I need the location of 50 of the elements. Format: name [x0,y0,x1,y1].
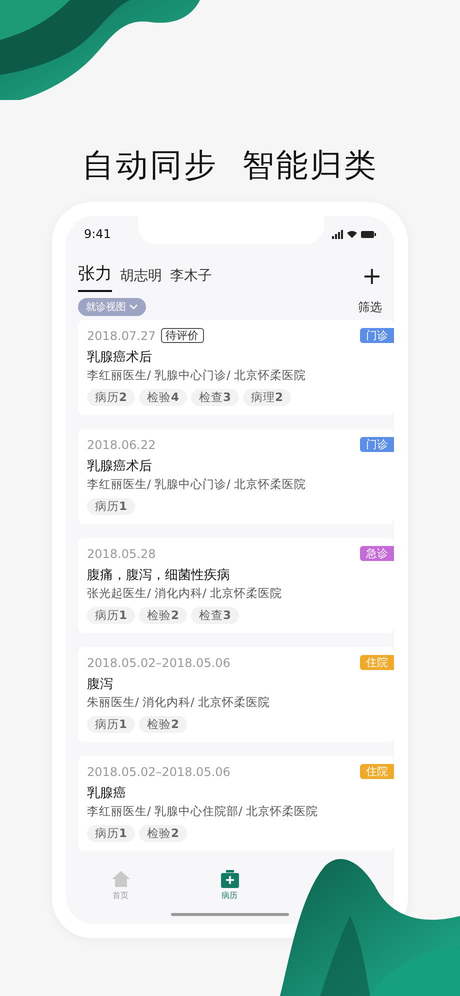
document-count-tag: 检查3 [191,607,240,624]
record-card[interactable]: 2018.05.02–2018.05.06 住院 腹泻 朱丽医生/ 消化内科/ 北京怀柔医院 病历1 检验2 [78,647,394,742]
document-count-tag: 病历1 [87,498,136,515]
record-title: 腹痛，腹泻，细菌性疾病 [87,567,231,584]
document-count-tag: 检验2 [139,716,188,733]
record-title: 乳腺癌术后 [87,458,153,475]
add-button[interactable]: + [362,264,382,292]
record-title: 乳腺癌术后 [87,349,153,366]
visit-type-tag: 门诊 [360,328,394,343]
record-title: 乳腺癌 [87,785,127,802]
record-source: 张光起医生/ 消化内科/ 北京怀柔医院 [87,586,284,601]
patient-tab[interactable]: 张力 [78,262,112,292]
record-source: 朱丽医生/ 消化内科/ 北京怀柔医院 [87,695,272,710]
document-count-tag: 病理2 [243,389,292,406]
record-date: 2018.05.02–2018.05.06 [87,656,230,670]
record-source: 李红丽医生/ 乳腺中心门诊/ 北京怀柔医院 [87,368,308,383]
record-card[interactable]: 2018.05.28 急诊 腹痛，腹泻，细菌性疾病 张光起医生/ 消化内科/ 北京怀柔医院 病历1 检验2 检查3 [78,538,394,633]
record-source: 李红丽医生/ 乳腺中心门诊/ 北京怀柔医院 [87,477,308,492]
patient-tab[interactable]: 李木子 [170,267,212,292]
document-count-tag: 检验4 [139,389,188,406]
nav-tab[interactable]: 病历 [175,864,284,924]
visit-type-tag: 住院 [360,655,394,670]
document-count-tag: 检查3 [191,389,240,406]
record-date: 2018.05.02–2018.05.06 [87,764,230,778]
patient-tab[interactable]: 胡志明 [120,267,162,292]
record-date: 2018.05.28 [87,546,156,560]
home-icon [110,870,130,888]
record-source: 李红丽医生/ 乳腺中心住院部/ 北京怀柔医院 [87,804,320,819]
document-count-tag: 病历1 [87,825,136,842]
record-card[interactable]: 2018.05.02–2018.05.06 住院 乳腺癌 李红丽医生/ 乳腺中心住院部/ 北京怀柔医院 病历1 检验2 [78,756,394,851]
document-count-tag: 检验2 [139,825,188,842]
document-count-tag: 病历1 [87,716,136,733]
visit-type-tag: 住院 [360,764,394,779]
status-tag: 待评价 [160,328,204,343]
medical-kit-icon [220,870,238,888]
document-count-tag: 检验2 [139,607,188,624]
record-card[interactable]: 2018.06.22 门诊 乳腺癌术后 李红丽医生/ 乳腺中心门诊/ 北京怀柔医院 病历1 [78,429,394,524]
record-card[interactable]: 2018.07.27 待评价 门诊 乳腺癌术后 李红丽医生/ 乳腺中心门诊/ 北京怀柔医院 病历2 检验4 检查3 病理2 [78,320,394,415]
visit-type-tag: 门诊 [360,437,394,452]
filter-button[interactable]: 筛选 [358,298,382,316]
record-date: 2018.07.27 [87,328,156,342]
record-title: 腹泻 [87,676,114,693]
chevron-icon [129,304,138,310]
record-date: 2018.06.22 [87,438,156,452]
visit-type-tag: 急诊 [360,546,394,561]
status-time: 9:41 [84,227,111,241]
document-count-tag: 病历1 [87,607,136,624]
status-icons [332,229,376,239]
headline: 自动同步 智能归类 [82,145,378,186]
document-count-tag: 病历2 [87,389,136,406]
